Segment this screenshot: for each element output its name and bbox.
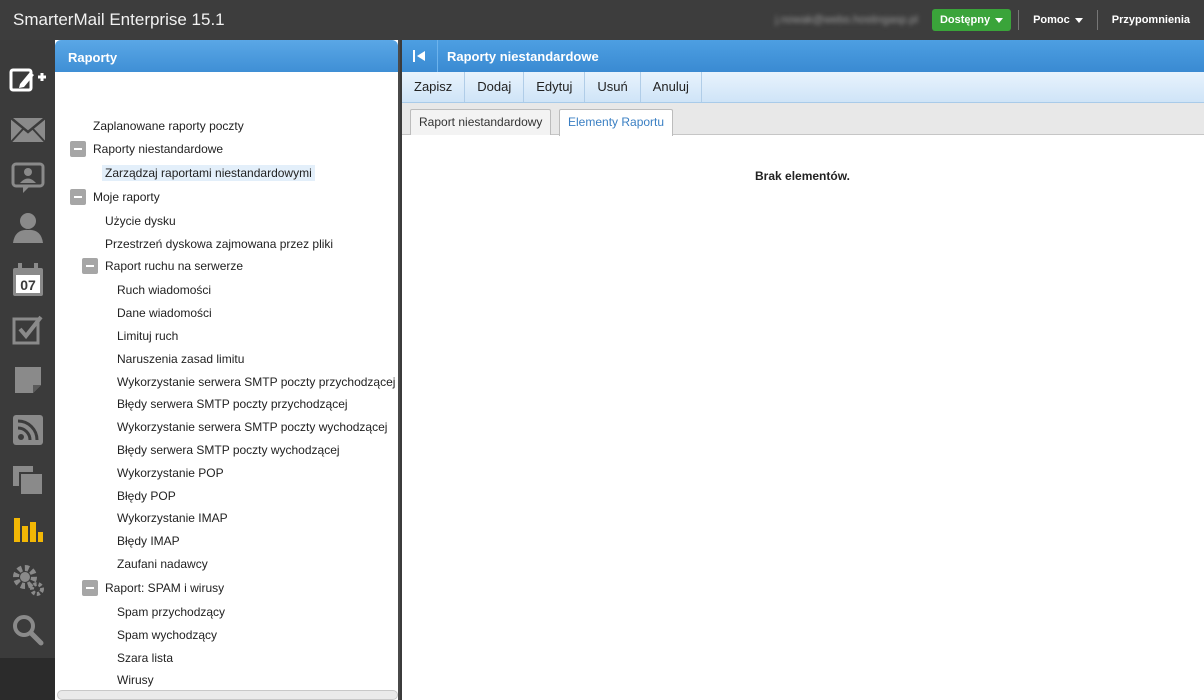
- tree-item-trusted-senders[interactable]: Zaufani nadawcy: [117, 556, 208, 572]
- collapse-left-icon: [412, 50, 425, 62]
- compose-icon[interactable]: [8, 60, 48, 100]
- reports-icon[interactable]: [8, 510, 48, 550]
- tab-report-elements[interactable]: Elementy Raportu: [559, 109, 674, 136]
- tree-item-limit-violations[interactable]: Naruszenia zasad limitu: [117, 351, 244, 367]
- app-nav-rail: 07: [0, 40, 55, 658]
- tree-item-imap-usage[interactable]: Wykorzystanie IMAP: [117, 510, 228, 526]
- calendar-day: 07: [20, 277, 36, 293]
- collapse-icon[interactable]: [70, 189, 86, 205]
- tree-item-msg-traffic[interactable]: Ruch wiadomości: [117, 282, 211, 298]
- main-header: Raporty niestandardowe: [402, 40, 1204, 72]
- contacts-icon[interactable]: [8, 158, 48, 198]
- delete-button[interactable]: Usuń: [585, 72, 641, 102]
- horizontal-scrollbar[interactable]: [57, 690, 398, 700]
- tree-item-spam-virus[interactable]: Raport: SPAM i wirusy: [105, 580, 224, 596]
- edit-button[interactable]: Edytuj: [524, 72, 586, 102]
- tree-item-msg-data[interactable]: Dane wiadomości: [117, 305, 212, 321]
- tree-item-manage-custom[interactable]: Zarządzaj raportami niestandardowymi: [102, 165, 315, 181]
- reminders-link[interactable]: Przypomnienia: [1098, 14, 1204, 26]
- user-icon[interactable]: [8, 208, 48, 248]
- collapse-icon[interactable]: [70, 141, 86, 157]
- reminders-label: Przypomnienia: [1111, 14, 1190, 26]
- rss-icon[interactable]: [8, 410, 48, 450]
- tree-item-disk-space-files[interactable]: Przestrzeń dyskowa zajmowana przez pliki: [105, 236, 333, 252]
- mail-icon[interactable]: [8, 110, 48, 150]
- empty-state-message: Brak elementów.: [755, 169, 850, 183]
- notes-icon[interactable]: [8, 360, 48, 400]
- tree-item-custom-reports[interactable]: Raporty niestandardowe: [93, 141, 223, 157]
- tree-item-throttle[interactable]: Limituj ruch: [117, 328, 178, 344]
- tab-custom-report[interactable]: Raport niestandardowy: [410, 109, 552, 135]
- help-menu[interactable]: Pomoc: [1019, 14, 1097, 26]
- tree-item-greylist[interactable]: Szara lista: [117, 650, 173, 666]
- tree-item-my-reports[interactable]: Moje raporty: [93, 189, 160, 205]
- files-icon[interactable]: [8, 460, 48, 500]
- tree-item-imap-errors[interactable]: Błędy IMAP: [117, 533, 180, 549]
- reports-tree: Zaplanowane raporty poczty Raporty niest…: [55, 72, 398, 700]
- tree-item-viruses[interactable]: Wirusy: [117, 672, 154, 688]
- help-label: Pomoc: [1033, 14, 1070, 26]
- gear-icon[interactable]: [8, 560, 48, 600]
- top-right-controls: j.nowak@webo.hostingasp.pl Dostępny Pomo…: [775, 0, 1204, 40]
- search-icon[interactable]: [8, 610, 48, 650]
- tree-item-spam-in[interactable]: Spam przychodzący: [117, 604, 225, 620]
- tree-item-smtp-in-errors[interactable]: Błędy serwera SMTP poczty przychodzącej: [117, 396, 348, 412]
- status-label: Dostępny: [939, 14, 991, 26]
- add-button[interactable]: Dodaj: [465, 72, 525, 102]
- app-title: SmarterMail Enterprise 15.1: [13, 10, 225, 29]
- rail-footer: [0, 658, 55, 700]
- collapse-icon[interactable]: [82, 580, 98, 596]
- save-button[interactable]: Zapisz: [402, 72, 466, 102]
- page-title: Raporty niestandardowe: [447, 48, 599, 64]
- user-email[interactable]: j.nowak@webo.hostingasp.pl: [775, 14, 918, 26]
- chevron-down-icon: [995, 17, 1004, 23]
- calendar-icon[interactable]: 07: [8, 260, 48, 300]
- panel-title: Raporty: [55, 40, 398, 72]
- tree-item-pop-errors[interactable]: Błędy POP: [117, 488, 176, 504]
- tree-item-server-traffic[interactable]: Raport ruchu na serwerze: [105, 258, 243, 274]
- tree-item-smtp-out-usage[interactable]: Wykorzystanie serwera SMTP poczty wychod…: [117, 419, 387, 435]
- tree-item-smtp-out-errors[interactable]: Błędy serwera SMTP poczty wychodzącej: [117, 442, 340, 458]
- collapse-panel-button[interactable]: [402, 40, 438, 72]
- tabs-bar: Raport niestandardowy Elementy Raportu: [402, 103, 1204, 136]
- status-dropdown[interactable]: Dostępny: [931, 9, 1012, 31]
- tree-item-scheduled[interactable]: Zaplanowane raporty poczty: [93, 118, 244, 134]
- main-content: Raporty niestandardowe Zapisz Dodaj Edyt…: [402, 40, 1204, 700]
- chevron-down-icon: [1074, 17, 1083, 23]
- top-bar: SmarterMail Enterprise 15.1 j.nowak@webo…: [0, 0, 1204, 40]
- collapse-icon[interactable]: [82, 258, 98, 274]
- tree-item-smtp-in-usage[interactable]: Wykorzystanie serwera SMTP poczty przych…: [117, 374, 395, 390]
- tree-item-pop-usage[interactable]: Wykorzystanie POP: [117, 465, 224, 481]
- tree-item-spam-out[interactable]: Spam wychodzący: [117, 627, 217, 643]
- tree-item-disk-usage[interactable]: Użycie dysku: [105, 213, 176, 229]
- tasks-icon[interactable]: [8, 310, 48, 350]
- cancel-button[interactable]: Anuluj: [641, 72, 702, 102]
- toolbar: Zapisz Dodaj Edytuj Usuń Anuluj: [402, 72, 1204, 103]
- reports-tree-panel: Raporty Zaplanowane raporty poczty Rapor…: [55, 40, 400, 700]
